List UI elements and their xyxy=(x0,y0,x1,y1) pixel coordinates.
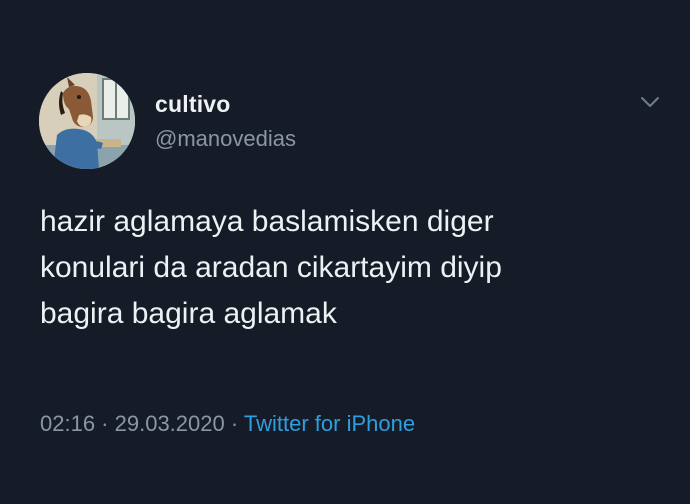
meta-separator: · xyxy=(95,411,115,436)
chevron-down-icon[interactable] xyxy=(638,92,662,112)
tweet-line: konulari da aradan cikartayim diyip xyxy=(40,251,502,284)
tweet-line: hazir aglamaya baslamisken diger xyxy=(40,205,494,238)
tweet-meta: 02:16 · 29.03.2020 · Twitter for iPhone xyxy=(40,411,415,437)
cartoon-horse-avatar-icon xyxy=(39,73,135,169)
tweet-date[interactable]: 29.03.2020 xyxy=(115,411,225,436)
tweet-card: cultivo @manovedias hazir aglamaya basla… xyxy=(0,0,690,504)
tweet-text: hazir aglamaya baslamisken diger konular… xyxy=(40,199,650,337)
meta-separator: · xyxy=(224,411,244,436)
tweet-source-link[interactable]: Twitter for iPhone xyxy=(244,411,415,436)
display-name[interactable]: cultivo xyxy=(155,91,231,118)
tweet-line: bagira bagira aglamak xyxy=(40,297,337,330)
tweet-time[interactable]: 02:16 xyxy=(40,411,95,436)
avatar[interactable] xyxy=(39,73,135,169)
user-handle[interactable]: @manovedias xyxy=(155,126,296,152)
